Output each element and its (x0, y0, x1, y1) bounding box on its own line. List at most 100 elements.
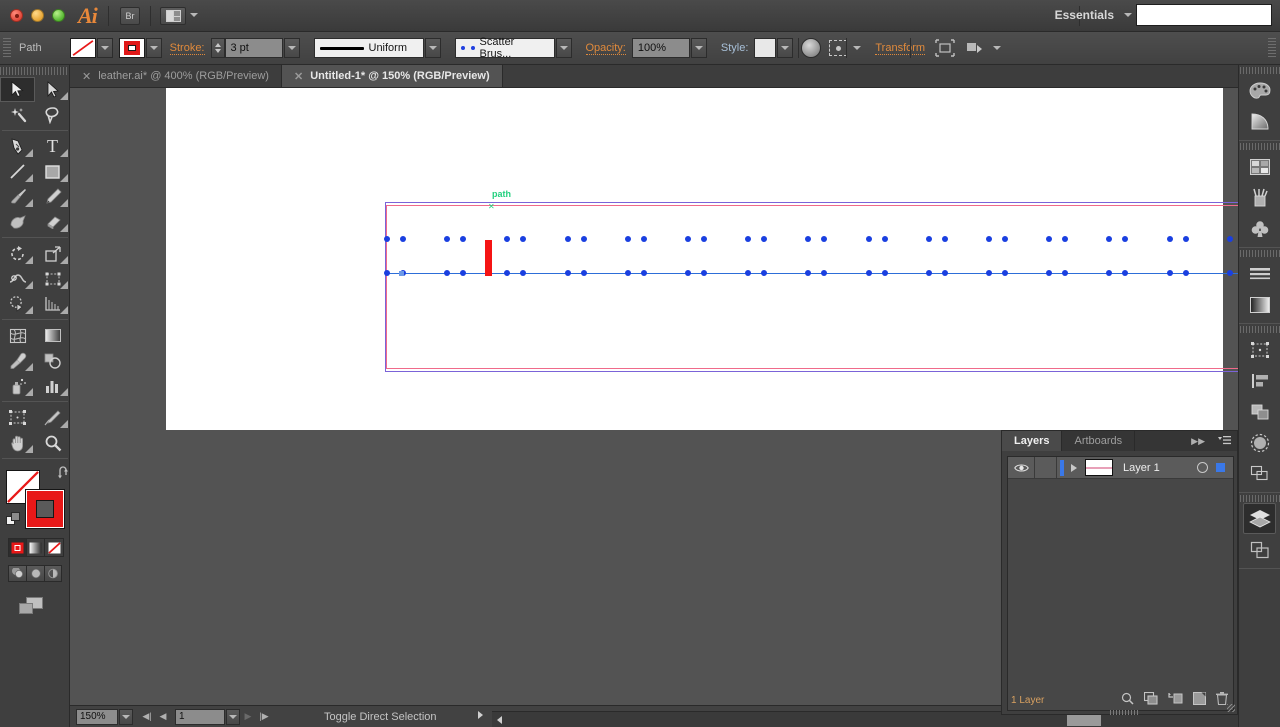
appearance-panel-icon[interactable] (1239, 458, 1280, 489)
maximize-window-button[interactable] (52, 9, 65, 22)
paintbrush-tool[interactable] (0, 184, 35, 209)
align-icon[interactable] (935, 39, 955, 57)
line-segment-tool[interactable] (0, 159, 35, 184)
blend-tool[interactable] (35, 348, 70, 373)
create-new-layer-button[interactable] (1193, 692, 1206, 708)
brushes-panel-icon[interactable] (1239, 182, 1280, 213)
selected-art-indicator[interactable] (1216, 463, 1225, 472)
brush-definition-combo[interactable]: Scatter Brus... (454, 36, 555, 60)
workspace-chevron-down-icon[interactable] (1124, 13, 1132, 17)
stroke-swatch[interactable] (118, 38, 145, 58)
magic-wand-tool[interactable] (0, 102, 35, 127)
column-graph-tool[interactable] (35, 373, 70, 398)
pencil-tool[interactable] (35, 184, 70, 209)
tools-panel-grip[interactable] (0, 65, 69, 77)
draw-behind-button[interactable] (26, 565, 44, 582)
symbols-panel-icon[interactable] (1239, 213, 1280, 244)
stroke-profile-dropdown[interactable] (424, 38, 441, 58)
stroke-weight-stepper[interactable] (210, 38, 225, 58)
opacity-label[interactable]: Opacity: (585, 42, 626, 55)
gradient-mode-button[interactable] (27, 539, 45, 556)
previous-artboard-button[interactable]: ◀ (155, 708, 171, 726)
mesh-tool[interactable] (0, 323, 35, 348)
shape-builder-tool[interactable] (0, 291, 35, 316)
transform-panel-icon[interactable] (1239, 334, 1280, 365)
toggle-visibility-button[interactable] (1008, 457, 1035, 478)
artboard-tool[interactable] (0, 405, 35, 430)
stroke-panel-icon[interactable] (1239, 258, 1280, 289)
layers-panel-icon[interactable] (1243, 503, 1276, 534)
stroke-color-box[interactable] (26, 490, 64, 528)
width-tool[interactable] (0, 266, 35, 291)
next-artboard-button[interactable]: ▶ (240, 708, 256, 726)
control-bar-menu-grip[interactable] (1268, 38, 1276, 58)
close-window-button[interactable] (10, 9, 23, 22)
target-indicator-icon[interactable] (1197, 462, 1208, 473)
minimize-window-button[interactable] (31, 9, 44, 22)
fill-dropdown[interactable] (96, 38, 113, 58)
symbol-sprayer-tool[interactable] (0, 373, 35, 398)
color-panel-icon[interactable] (1239, 75, 1280, 106)
transparency-panel-icon[interactable] (1239, 427, 1280, 458)
swatches-panel-icon[interactable] (1239, 151, 1280, 182)
arrange-documents-button[interactable] (160, 7, 186, 25)
type-tool[interactable]: T (35, 134, 70, 159)
help-search-input[interactable] (1136, 4, 1272, 26)
rectangle-tool[interactable] (35, 159, 70, 184)
panel-menu-icon[interactable] (1218, 435, 1231, 449)
color-mode-button[interactable] (9, 539, 27, 556)
workspace-switcher[interactable]: Essentials (1055, 8, 1114, 22)
tab-artboards[interactable]: Artboards (1062, 431, 1136, 451)
document-tab-leather[interactable]: ✕ leather.ai* @ 400% (RGB/Preview) (70, 65, 282, 87)
panel-bottom-grip[interactable] (1110, 710, 1140, 715)
opacity-input[interactable]: 100% (631, 38, 690, 58)
status-tool-hint[interactable]: Toggle Direct Selection (324, 711, 437, 723)
create-new-sublayer-button[interactable] (1168, 692, 1183, 708)
gradient-tool[interactable] (35, 323, 70, 348)
stroke-weight-dropdown[interactable] (283, 38, 300, 58)
default-fill-stroke-icon[interactable] (6, 512, 22, 528)
perspective-grid-tool[interactable] (35, 291, 70, 316)
toggle-lock-button[interactable] (1035, 457, 1057, 478)
stroke-weight-label[interactable]: Stroke: (169, 42, 205, 55)
close-icon[interactable]: ✕ (294, 70, 303, 83)
isolate-chevron-down-icon[interactable] (853, 46, 862, 50)
style-dropdown[interactable] (777, 38, 794, 58)
first-artboard-button[interactable]: ◀| (139, 708, 155, 726)
pen-tool[interactable] (0, 134, 35, 159)
stroke-weight-input[interactable]: 3 pt (224, 38, 283, 58)
stroke-profile-combo[interactable]: Uniform (313, 38, 424, 58)
eyedropper-tool[interactable] (0, 348, 35, 373)
zoom-level-input[interactable]: 150% (76, 708, 118, 725)
dock-group-grip[interactable] (1239, 493, 1280, 503)
dock-group-grip[interactable] (1239, 248, 1280, 258)
pathfinder-panel-icon[interactable] (1239, 396, 1280, 427)
artboard-navigation-dropdown[interactable] (226, 708, 240, 725)
hand-tool[interactable] (0, 430, 35, 455)
blob-brush-tool[interactable] (0, 209, 35, 234)
expand-layer-triangle-icon[interactable] (1071, 463, 1077, 472)
scroll-left-arrow-icon[interactable] (497, 716, 502, 724)
artboards-panel-icon[interactable] (1239, 534, 1280, 565)
isolate-selection-icon[interactable] (829, 40, 848, 56)
zoom-level-dropdown[interactable] (119, 708, 133, 725)
control-bar-grip[interactable] (3, 38, 11, 58)
tab-layers[interactable]: Layers (1002, 431, 1063, 451)
zoom-tool[interactable] (35, 430, 70, 455)
slice-tool[interactable] (35, 405, 70, 430)
rotate-tool[interactable] (0, 241, 35, 266)
scale-tool[interactable] (35, 241, 70, 266)
eraser-tool[interactable] (35, 209, 70, 234)
status-expand-arrow-icon[interactable] (478, 711, 483, 719)
graphic-style-swatch[interactable] (754, 38, 777, 58)
direct-selection-tool[interactable] (35, 77, 70, 102)
dock-grip[interactable] (1239, 65, 1280, 75)
last-artboard-button[interactable]: |▶ (256, 708, 272, 726)
color-guide-panel-icon[interactable] (1239, 106, 1280, 137)
close-icon[interactable]: ✕ (82, 70, 91, 83)
layer-row[interactable]: Layer 1 (1008, 457, 1233, 479)
opacity-dropdown[interactable] (690, 38, 707, 58)
draw-normal-button[interactable] (8, 565, 26, 582)
stroke-dropdown[interactable] (145, 38, 162, 58)
document-tab-untitled-1[interactable]: ✕ Untitled-1* @ 150% (RGB/Preview) (281, 65, 503, 87)
